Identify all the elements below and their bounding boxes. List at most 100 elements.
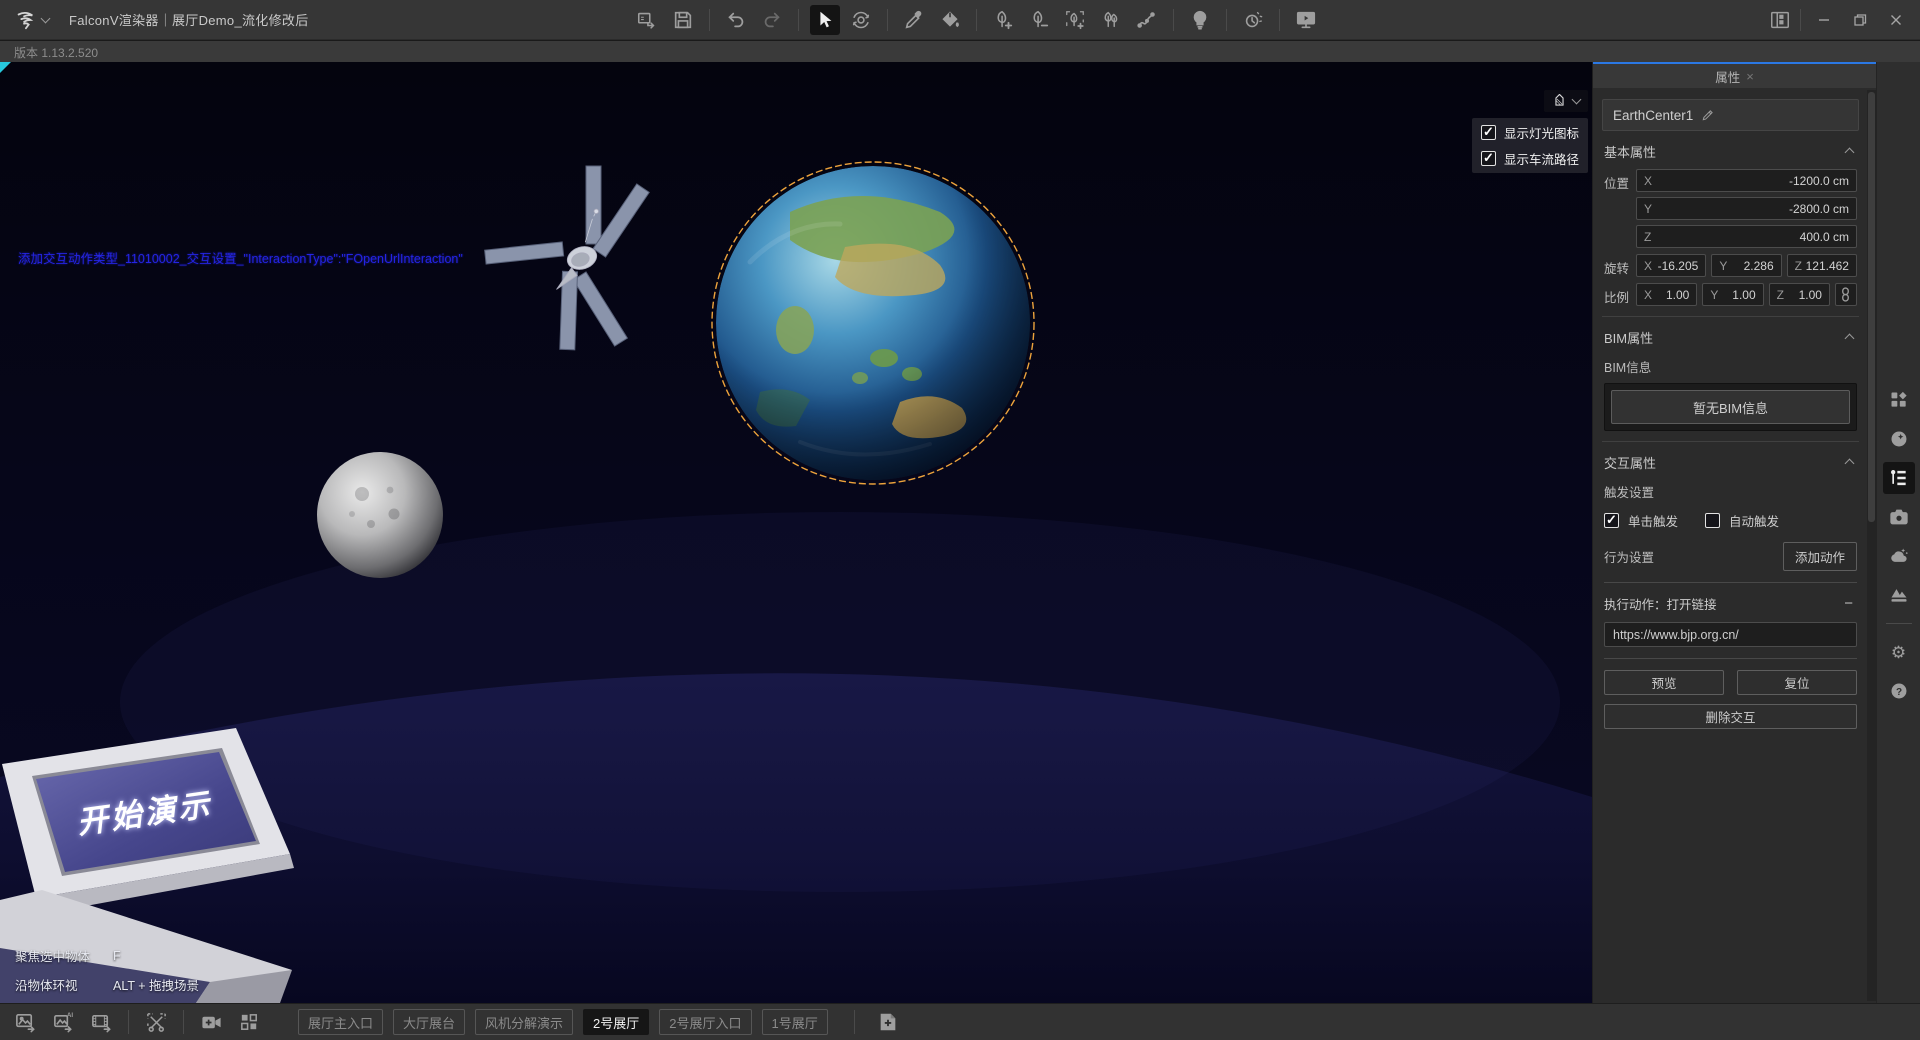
layout-blocks-icon[interactable] [234, 1007, 264, 1037]
scrollbar-thumb[interactable] [1868, 92, 1875, 522]
camera-add-icon[interactable] [196, 1007, 226, 1037]
add-scene-tab-icon[interactable] [875, 1009, 901, 1035]
foliage-group-icon[interactable] [1096, 5, 1126, 35]
app-window: FalconV渲染器｜展厅Demo_流化修改后 [0, 0, 1920, 1040]
time-of-day-icon[interactable] [1238, 5, 1268, 35]
svg-text:AI: AI [66, 1012, 72, 1019]
rail-separator [1886, 623, 1912, 624]
divider [1604, 658, 1857, 659]
divider [1604, 582, 1857, 583]
scale-link-icon[interactable] [1835, 283, 1857, 306]
chevron-down-icon [1572, 95, 1582, 105]
object-name-field[interactable]: EarthCenter1 [1602, 99, 1859, 131]
layout-panels-icon[interactable] [1765, 5, 1795, 35]
weather-icon[interactable] [1883, 540, 1915, 572]
moon-object[interactable] [317, 452, 443, 578]
toolbar-separator [798, 9, 799, 31]
crop-tool-icon[interactable] [141, 1007, 171, 1037]
edit-pencil-icon[interactable] [1701, 108, 1715, 122]
camera-icon[interactable] [1883, 501, 1915, 533]
settings-gear-icon[interactable]: ⚙ [1883, 636, 1915, 668]
save-icon[interactable] [668, 5, 698, 35]
checkbox[interactable] [1481, 125, 1496, 140]
assets-icon[interactable] [1883, 384, 1915, 416]
terrain-icon[interactable] [1883, 579, 1915, 611]
chevron-up-icon [1845, 334, 1855, 344]
bim-empty-message: 暂无BIM信息 [1611, 390, 1850, 424]
scene-tab-hall-entrance[interactable]: 展厅主入口 [298, 1009, 383, 1035]
section-header[interactable]: 交互属性 [1604, 450, 1857, 474]
preview-button[interactable]: 预览 [1604, 670, 1724, 695]
presentation-icon[interactable] [1291, 5, 1321, 35]
foliage-add-icon[interactable] [988, 5, 1018, 35]
image-export-icon[interactable] [10, 1007, 40, 1037]
toolbar-separator [976, 9, 977, 31]
paint-bucket-icon[interactable] [935, 5, 965, 35]
checkbox[interactable] [1481, 151, 1496, 166]
restore-button[interactable] [1842, 5, 1878, 35]
rotation-z-input[interactable]: Z 121.462 [1787, 254, 1857, 277]
section-header[interactable]: BIM属性 [1604, 325, 1857, 349]
behavior-settings-row: 行为设置 添加动作 [1604, 542, 1857, 571]
delete-interaction-button[interactable]: 删除交互 [1604, 704, 1857, 729]
satellite-object[interactable] [467, 150, 691, 376]
tag-icon [1552, 94, 1567, 109]
foliage-select-add-icon[interactable] [1060, 5, 1090, 35]
scene-tab-hall1[interactable]: 1号展厅 [762, 1009, 828, 1035]
click-trigger-checkbox[interactable] [1604, 513, 1619, 528]
material-sphere-icon[interactable] [1883, 423, 1915, 455]
add-action-button[interactable]: 添加动作 [1783, 542, 1857, 571]
section-header[interactable]: 基本属性 [1604, 139, 1857, 163]
minimize-button[interactable] [1806, 5, 1842, 35]
position-x-input[interactable]: X -1200.0 cm [1636, 169, 1857, 192]
panel-scrollbar[interactable] [1867, 90, 1876, 1001]
rotation-row: 旋转 X -16.205 Y 2.286 Z 121.462 [1604, 254, 1857, 277]
scale-x-input[interactable]: X 1.00 [1636, 283, 1697, 306]
outliner-icon[interactable] [1883, 462, 1915, 494]
viewport-corner-marker [0, 62, 11, 73]
hint-focus: 聚焦选中物体 F [15, 946, 199, 965]
close-button[interactable] [1878, 5, 1914, 35]
select-tool-icon[interactable] [810, 5, 840, 35]
transform-tool-icon[interactable] [846, 5, 876, 35]
scene-tab-hall2-entrance[interactable]: 2号展厅入口 [659, 1009, 751, 1035]
foliage-remove-icon[interactable] [1024, 5, 1054, 35]
position-z-input[interactable]: Z 400.0 cm [1636, 225, 1857, 248]
viewport-3d[interactable]: 开始演示 开始演示 添加交互动作类型_11010002_交互设置_"Intera… [0, 62, 1592, 1003]
position-y-input[interactable]: Y -2800.0 cm [1636, 197, 1857, 220]
undo-icon[interactable] [721, 5, 751, 35]
video-export-icon[interactable] [86, 1007, 116, 1037]
chevron-up-icon [1845, 459, 1855, 469]
version-label: 版本 1.13.2.520 [14, 44, 98, 61]
path-tool-icon[interactable] [1132, 5, 1162, 35]
rotation-y-input[interactable]: Y 2.286 [1711, 254, 1781, 277]
scene-tab-turbine-demo[interactable]: 风机分解演示 [475, 1009, 573, 1035]
auto-trigger-checkbox[interactable] [1705, 513, 1720, 528]
bottom-separator [183, 1010, 184, 1034]
tag-filter-button[interactable] [1544, 90, 1588, 112]
chevron-down-icon [41, 13, 51, 23]
show-traffic-paths-toggle[interactable]: 显示车流路径 [1481, 149, 1579, 168]
scene-tab-hall2[interactable]: 2号展厅 [583, 1009, 649, 1035]
ai-image-export-icon[interactable]: AI [48, 1007, 78, 1037]
reset-button[interactable]: 复位 [1737, 670, 1857, 695]
app-menu[interactable] [0, 7, 59, 33]
eyedropper-icon[interactable] [899, 5, 929, 35]
viewport-overlay: 显示灯光图标 显示车流路径 [1472, 90, 1588, 173]
url-input[interactable] [1604, 622, 1857, 647]
bim-info-label: BIM信息 [1604, 357, 1857, 376]
properties-tab[interactable]: 属性 × [1593, 62, 1876, 88]
help-icon[interactable]: ? [1883, 675, 1915, 707]
show-light-icons-toggle[interactable]: 显示灯光图标 [1481, 123, 1579, 142]
scene-tab-lobby-booth[interactable]: 大厅展台 [393, 1009, 465, 1035]
close-icon[interactable]: × [1746, 69, 1754, 84]
collapse-minus-icon[interactable]: − [1840, 595, 1857, 612]
exe-export-icon[interactable] [632, 5, 662, 35]
earth-object[interactable] [712, 162, 1034, 484]
scale-z-input[interactable]: Z 1.00 [1769, 283, 1830, 306]
toolbar-separator [1279, 9, 1280, 31]
scale-y-input[interactable]: Y 1.00 [1702, 283, 1763, 306]
light-icon[interactable] [1185, 5, 1215, 35]
redo-icon[interactable] [757, 5, 787, 35]
rotation-x-input[interactable]: X -16.205 [1636, 254, 1706, 277]
